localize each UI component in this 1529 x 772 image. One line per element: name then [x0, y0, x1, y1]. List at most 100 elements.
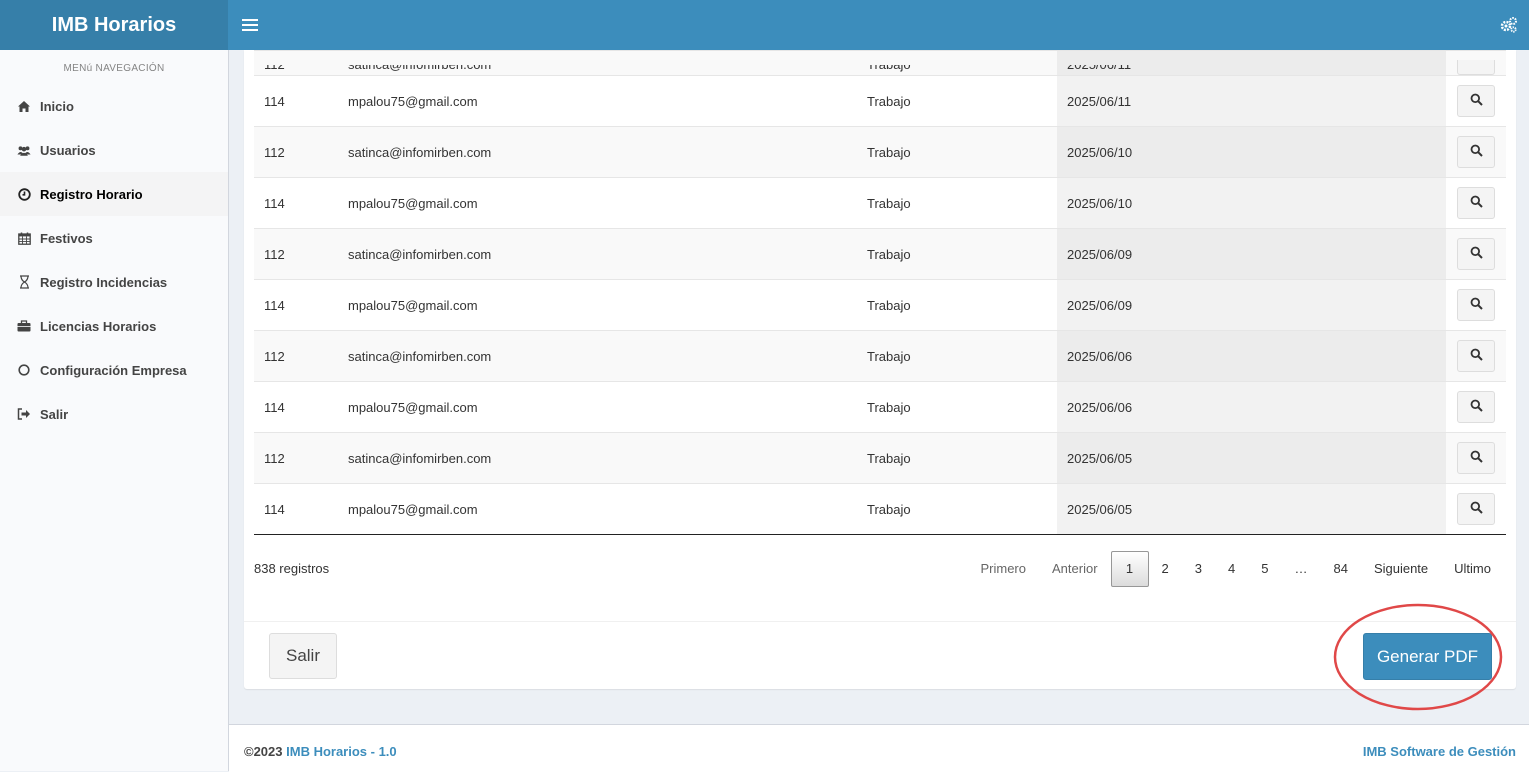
pagination-page[interactable]: 84: [1320, 552, 1360, 586]
circle-icon: [17, 363, 31, 377]
table-row: 114 mpalou75@gmail.com Trabajo 2025/06/0…: [254, 483, 1506, 535]
exit-button[interactable]: Salir: [269, 633, 337, 679]
cell-id: 112: [254, 228, 338, 280]
cell-action: [1446, 381, 1506, 433]
sidebar-item-label: Salir: [40, 406, 69, 422]
cell-date: 2025/06/05: [1057, 432, 1446, 484]
sidebar-menu-header: MENú NAVEGACIÓN: [63, 63, 165, 74]
sidebar-item-registro-incidencias[interactable]: Registro Incidencias: [0, 260, 228, 304]
pagination-page[interactable]: 2: [1149, 552, 1182, 586]
cell-date: 2025/06/10: [1057, 177, 1446, 229]
sidebar-item-label: Licencias Horarios: [40, 318, 157, 334]
sidebar-item-label: Registro Incidencias: [40, 274, 168, 290]
cell-date: 2025/06/06: [1057, 381, 1446, 433]
view-record-button[interactable]: [1457, 238, 1495, 270]
cell-id: 112: [254, 50, 338, 76]
cell-id: 114: [254, 75, 338, 127]
search-icon: [1470, 399, 1483, 415]
cell-date: 2025/06/10: [1057, 126, 1446, 178]
sidebar-item-festivos[interactable]: Festivos: [0, 216, 228, 260]
cell-date: 2025/06/05: [1057, 483, 1446, 535]
view-record-button[interactable]: [1457, 187, 1495, 219]
cell-email: satinca@infomirben.com: [338, 50, 857, 76]
cell-action: [1446, 432, 1506, 484]
pagination-first[interactable]: Primero: [967, 552, 1039, 586]
cell-email: mpalou75@gmail.com: [338, 279, 857, 331]
view-record-button[interactable]: [1457, 289, 1495, 321]
search-icon: [1470, 501, 1483, 517]
search-icon: [1470, 348, 1483, 364]
sign-out-icon: [17, 407, 31, 421]
pagination: Primero Anterior 1 2 3 4 5 … 84 Siguient…: [967, 551, 1504, 587]
cell-date: 2025/06/06: [1057, 330, 1446, 382]
view-record-button[interactable]: [1457, 442, 1495, 474]
company-link[interactable]: IMB Software de Gestión: [1363, 744, 1516, 759]
cell-id: 112: [254, 330, 338, 382]
copyright-text: ©2023: [244, 744, 287, 759]
view-record-button[interactable]: [1457, 85, 1495, 117]
sidebar-item-label: Registro Horario: [40, 186, 143, 202]
gears-icon[interactable]: [1499, 15, 1519, 35]
cell-type: Trabajo: [857, 279, 1057, 331]
view-record-button[interactable]: [1457, 136, 1495, 168]
pagination-previous[interactable]: Anterior: [1039, 552, 1111, 586]
sidebar-item-inicio[interactable]: Inicio: [0, 84, 228, 128]
cell-action: [1446, 126, 1506, 178]
view-record-button[interactable]: [1457, 391, 1495, 423]
cell-type: Trabajo: [857, 177, 1057, 229]
pagination-last[interactable]: Ultimo: [1441, 552, 1504, 586]
sidebar-item-licencias-horarios[interactable]: Licencias Horarios: [0, 304, 228, 348]
app-logo[interactable]: IMB Horarios: [0, 0, 228, 50]
hamburger-icon[interactable]: [242, 16, 258, 34]
table-row: 112 satinca@infomirben.com Trabajo 2025/…: [254, 126, 1506, 178]
pagination-page-current[interactable]: 1: [1110, 551, 1149, 587]
cell-type: Trabajo: [857, 432, 1057, 484]
cell-date: 2025/06/11: [1057, 75, 1446, 127]
table-row: 114 mpalou75@gmail.com Trabajo 2025/06/0…: [254, 279, 1506, 331]
cell-email: satinca@infomirben.com: [338, 126, 857, 178]
sidebar-item-label: Configuración Empresa: [40, 362, 187, 378]
cell-date: 2025/06/09: [1057, 279, 1446, 331]
table-row: 112 satinca@infomirben.com Trabajo 2025/…: [254, 228, 1506, 280]
cell-action: [1446, 279, 1506, 331]
cell-email: mpalou75@gmail.com: [338, 75, 857, 127]
table-row: 112 satinca@infomirben.com Trabajo 2025/…: [254, 330, 1506, 382]
sidebar-item-salir[interactable]: Salir: [0, 392, 228, 436]
top-navbar: IMB Horarios: [0, 0, 1529, 50]
search-icon: [1470, 297, 1483, 313]
pagination-page[interactable]: 5: [1248, 552, 1281, 586]
pagination-next[interactable]: Siguiente: [1361, 552, 1441, 586]
sidebar-item-configuracion-empresa[interactable]: Configuración Empresa: [0, 348, 228, 392]
cell-email: satinca@infomirben.com: [338, 228, 857, 280]
table-row: 112 satinca@infomirben.com Trabajo 2025/…: [254, 432, 1506, 484]
search-icon: [1470, 246, 1483, 262]
cell-type: Trabajo: [857, 483, 1057, 535]
search-icon: [1470, 144, 1483, 160]
pagination-page[interactable]: 3: [1182, 552, 1215, 586]
clock-icon: [17, 187, 31, 201]
cell-action: [1446, 483, 1506, 535]
view-record-button[interactable]: [1457, 493, 1495, 525]
cell-id: 114: [254, 483, 338, 535]
product-link[interactable]: IMB Horarios - 1.0: [286, 744, 397, 759]
view-record-button[interactable]: [1457, 340, 1495, 372]
cell-date: 2025/06/11: [1057, 50, 1446, 76]
box-footer-divider: [244, 621, 1516, 622]
pagination-ellipsis: …: [1294, 561, 1308, 576]
generate-pdf-button[interactable]: Generar PDF: [1363, 633, 1492, 680]
cell-action: [1446, 228, 1506, 280]
cell-action: [1446, 177, 1506, 229]
search-icon: [1470, 93, 1483, 109]
sidebar-item-usuarios[interactable]: Usuarios: [0, 128, 228, 172]
registro-horario-panel: 112 satinca@infomirben.com Trabajo 2025/…: [244, 50, 1516, 689]
table-row: 112 satinca@infomirben.com Trabajo 2025/…: [254, 50, 1506, 76]
page-footer: ©2023 IMB Horarios - 1.0 IMB Software de…: [229, 724, 1529, 772]
view-record-button[interactable]: [1457, 60, 1495, 75]
cell-id: 114: [254, 381, 338, 433]
calendar-icon: [17, 231, 31, 245]
search-icon: [1470, 450, 1483, 466]
pagination-page[interactable]: 4: [1215, 552, 1248, 586]
sidebar-item-registro-horario[interactable]: Registro Horario: [0, 172, 228, 216]
cell-type: Trabajo: [857, 126, 1057, 178]
table-row: 114 mpalou75@gmail.com Trabajo 2025/06/1…: [254, 177, 1506, 229]
